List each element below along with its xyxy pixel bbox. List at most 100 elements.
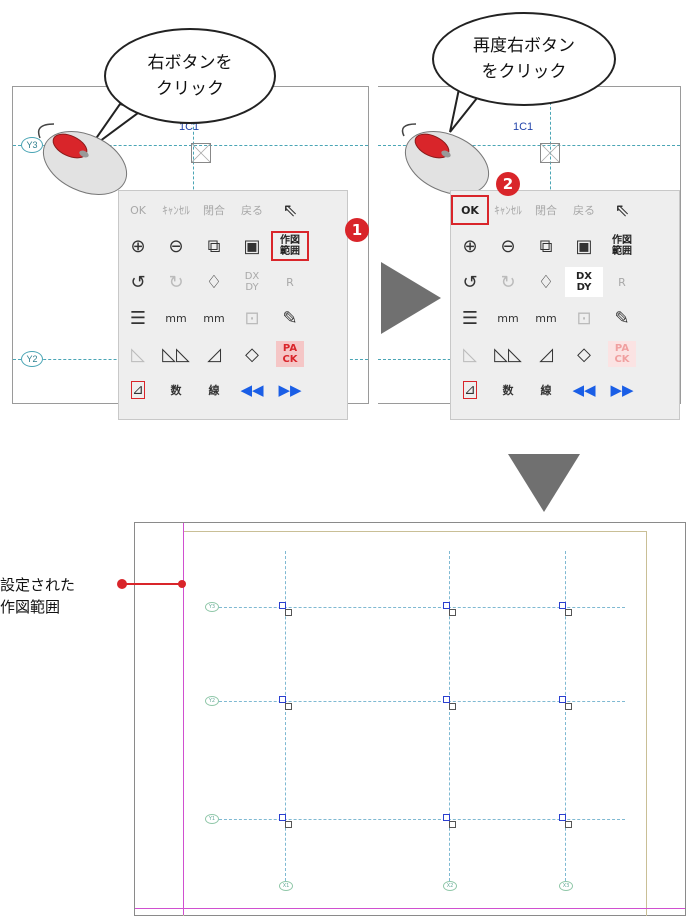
undo-button-right[interactable]: ↺ bbox=[451, 267, 489, 297]
measure-mm-label: mm bbox=[165, 311, 187, 325]
lightbulb-icon: ♢ bbox=[205, 271, 223, 293]
measure-length-button[interactable]: mm bbox=[157, 303, 195, 333]
r-button[interactable]: R bbox=[271, 267, 309, 297]
number-button[interactable]: 数 bbox=[157, 375, 195, 405]
measure-height-button-right[interactable]: mm bbox=[527, 303, 565, 333]
back-button[interactable]: 戻る bbox=[233, 195, 271, 225]
redo-button-right[interactable]: ↻ bbox=[489, 267, 527, 297]
callout-leader-line bbox=[124, 583, 182, 585]
rewind-icon: ◀◀ bbox=[572, 381, 596, 399]
arc-triangle-icon: ◿ bbox=[207, 343, 221, 365]
triangle-tool-1-right[interactable]: ◺ bbox=[451, 339, 489, 369]
layer-button-right[interactable]: ☰ bbox=[451, 303, 489, 333]
back-button-right[interactable]: 戻る bbox=[565, 195, 603, 225]
redo-button[interactable]: ↻ bbox=[157, 267, 195, 297]
callout-line2: 作図範囲 bbox=[0, 598, 61, 616]
column-marker bbox=[449, 821, 456, 828]
triangle-tool-3-right[interactable]: ◿ bbox=[527, 339, 565, 369]
column-symbol-right bbox=[540, 143, 560, 163]
redo-icon: ↻ bbox=[168, 271, 184, 293]
triangle-tool-1[interactable]: ◺ bbox=[119, 339, 157, 369]
pointer-button[interactable]: ⇖ bbox=[271, 195, 309, 225]
mini-grid-x1 bbox=[285, 551, 286, 881]
column-marker bbox=[559, 814, 566, 821]
zoom-in-icon: ⊕ bbox=[462, 235, 478, 257]
undo-button[interactable]: ↺ bbox=[119, 267, 157, 297]
close-loop-button-right[interactable]: 閉合 bbox=[527, 195, 565, 225]
column-marker bbox=[443, 696, 450, 703]
toolbar-panel-left: OK ｷｬﾝｾﾙ 閉合 戻る ⇖ ⊕ ⊖ ⧉ ▣ 作図 範囲 ↺ ↻ ♢ DX … bbox=[118, 190, 348, 420]
line-button[interactable]: 線 bbox=[195, 375, 233, 405]
cancel-button[interactable]: ｷｬﾝｾﾙ bbox=[157, 195, 195, 225]
down-arrow-icon bbox=[508, 454, 580, 512]
number-button-right[interactable]: 数 bbox=[489, 375, 527, 405]
dy-label: DY bbox=[576, 282, 592, 293]
layers-icon: ☰ bbox=[461, 307, 479, 329]
bubble-left-line2: クリック bbox=[156, 79, 224, 99]
pack-button[interactable]: PA CK bbox=[271, 339, 309, 369]
drawing-range-button[interactable]: 作図 範囲 bbox=[271, 231, 309, 261]
move-view-icon: ⧉ bbox=[539, 235, 553, 257]
attach-button-right[interactable]: ⊡ bbox=[565, 303, 603, 333]
double-triangle-icon: ◺◺ bbox=[162, 343, 190, 365]
number-label: 数 bbox=[502, 384, 514, 397]
step-badge-2: 2 bbox=[496, 172, 520, 196]
eyedropper-button[interactable]: ✎ bbox=[271, 303, 309, 333]
zoom-out-button-right[interactable]: ⊖ bbox=[489, 231, 527, 261]
fast-forward-button-right[interactable]: ▶▶ bbox=[603, 375, 641, 405]
mini-grid-x2 bbox=[449, 551, 450, 881]
zoom-in-button[interactable]: ⊕ bbox=[119, 231, 157, 261]
cancel-button-right[interactable]: ｷｬﾝｾﾙ bbox=[489, 195, 527, 225]
zoom-in-button-right[interactable]: ⊕ bbox=[451, 231, 489, 261]
speech-bubble-left: 右ボタンを クリック bbox=[104, 28, 276, 124]
close-loop-button[interactable]: 閉合 bbox=[195, 195, 233, 225]
measure-mm-label: mm bbox=[497, 311, 519, 325]
fast-forward-button[interactable]: ▶▶ bbox=[271, 375, 309, 405]
hint-button[interactable]: ♢ bbox=[195, 267, 233, 297]
move-view-button[interactable]: ⧉ bbox=[195, 231, 233, 261]
rewind-button[interactable]: ◀◀ bbox=[233, 375, 271, 405]
ok-button[interactable]: OK bbox=[119, 195, 157, 225]
move-view-button-right[interactable]: ⧉ bbox=[527, 231, 565, 261]
ok-button-active[interactable]: OK bbox=[451, 195, 489, 225]
select-tool-button[interactable]: ⊿ bbox=[119, 375, 157, 405]
line-button-right[interactable]: 線 bbox=[527, 375, 565, 405]
drawing-range-button-right[interactable]: 作図 範囲 bbox=[603, 231, 641, 261]
pack-button-right[interactable]: PA CK bbox=[603, 339, 641, 369]
dxdy-button[interactable]: DX DY bbox=[233, 267, 271, 297]
hint-button-right[interactable]: ♢ bbox=[527, 267, 565, 297]
fit-view-button-right[interactable]: ▣ bbox=[565, 231, 603, 261]
result-drawing-area[interactable]: Y3 Y2 Y1 X1 X2 X3 bbox=[134, 522, 686, 916]
callout-dot-end bbox=[178, 580, 186, 588]
attach-button[interactable]: ⊡ bbox=[233, 303, 271, 333]
eyedropper-button-right[interactable]: ✎ bbox=[603, 303, 641, 333]
drawing-range-line2: 範囲 bbox=[612, 246, 632, 257]
column-marker bbox=[565, 703, 572, 710]
triangle-tool-3[interactable]: ◿ bbox=[195, 339, 233, 369]
triangle-tool-2-right[interactable]: ◺◺ bbox=[489, 339, 527, 369]
dx-label: DX bbox=[575, 271, 592, 282]
line-label: 線 bbox=[540, 384, 552, 397]
attach-icon: ⊡ bbox=[244, 307, 260, 329]
measure-length-button-right[interactable]: mm bbox=[489, 303, 527, 333]
eraser-button-right[interactable]: ◇ bbox=[565, 339, 603, 369]
number-label: 数 bbox=[170, 384, 182, 397]
rewind-button-right[interactable]: ◀◀ bbox=[565, 375, 603, 405]
fit-view-button[interactable]: ▣ bbox=[233, 231, 271, 261]
column-marker bbox=[565, 821, 572, 828]
dxdy-button-right[interactable]: DX DY bbox=[565, 267, 603, 297]
select-tool-button-right[interactable]: ⊿ bbox=[451, 375, 489, 405]
pack-line1: PA bbox=[282, 343, 298, 354]
dx-label: DX bbox=[244, 271, 260, 282]
layer-button[interactable]: ☰ bbox=[119, 303, 157, 333]
zoom-out-icon: ⊖ bbox=[500, 235, 516, 257]
axis-tag-y2: Y2 bbox=[21, 351, 43, 367]
mini-axis-y2: Y2 bbox=[205, 696, 219, 706]
eraser-button[interactable]: ◇ bbox=[233, 339, 271, 369]
r-button-right[interactable]: R bbox=[603, 267, 641, 297]
zoom-out-button[interactable]: ⊖ bbox=[157, 231, 195, 261]
measure-height-button[interactable]: mm bbox=[195, 303, 233, 333]
triangle-tool-2[interactable]: ◺◺ bbox=[157, 339, 195, 369]
pointer-button-right[interactable]: ⇖ bbox=[603, 195, 641, 225]
column-marker bbox=[285, 703, 292, 710]
